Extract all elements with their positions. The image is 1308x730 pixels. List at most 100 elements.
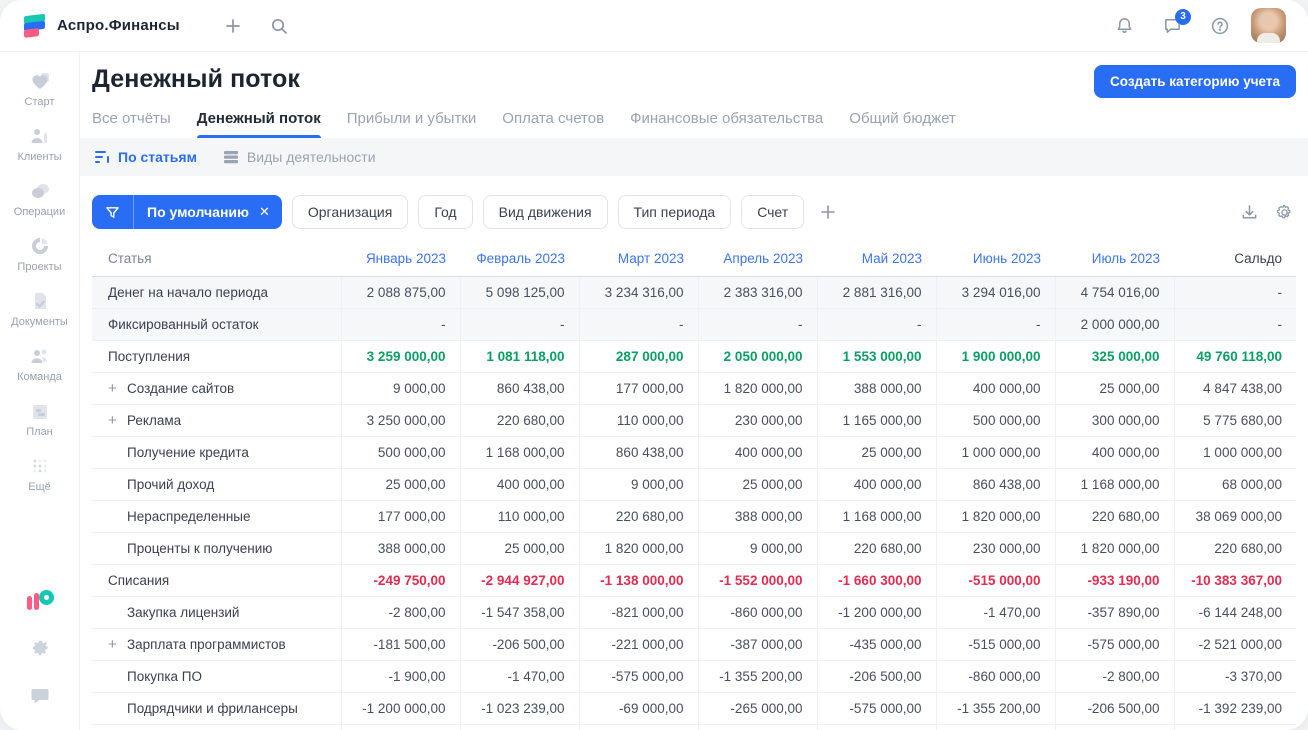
cell-value: -6 144 248,00 <box>1173 596 1296 629</box>
cell-value: -515 000,00 <box>935 628 1055 661</box>
chat-icon[interactable]: 3 <box>1155 8 1191 43</box>
filter-chip-3[interactable]: Тип периода <box>617 195 732 229</box>
settings-icon[interactable] <box>1275 203 1294 222</box>
column-header-month[interactable]: Июль 2023 <box>1055 243 1174 277</box>
expand-plus-icon[interactable]: + <box>108 636 127 653</box>
cell-value: 25 000,00 <box>816 436 936 469</box>
row-label[interactable]: +Зарплата программистов <box>92 724 341 730</box>
row-label[interactable]: Поступления <box>92 340 341 373</box>
row-label[interactable]: +Зарплата программистов <box>92 628 341 661</box>
cell-value: 9 000,00 <box>697 532 817 565</box>
column-header-month[interactable]: Июнь 2023 <box>936 243 1055 277</box>
cell-value: -206 500,00 <box>1054 692 1174 725</box>
sidebar-item-label: Команда <box>17 371 62 383</box>
filter-chip-1[interactable]: Год <box>418 195 473 229</box>
cell-value: 49 760 118,00 <box>1173 340 1296 373</box>
sidebar-item-label: План <box>26 426 53 438</box>
sidebar-item-projects[interactable]: Проекты <box>4 227 76 282</box>
cell-value: 110 000,00 <box>459 500 579 533</box>
cell-value: -221 000,00 <box>578 628 698 661</box>
column-header-month[interactable]: Февраль 2023 <box>460 243 579 277</box>
plus-icon[interactable] <box>216 9 250 43</box>
add-filter-icon[interactable] <box>814 202 842 222</box>
cell-value: -1 547 358,00 <box>459 724 579 730</box>
row-label[interactable]: + Реклама <box>92 404 341 437</box>
row-label[interactable]: Нераспределенные <box>92 500 341 533</box>
table-row: + Реклама 3 250 000,00 220 680,00 110 000,00… <box>92 404 1296 437</box>
row-label[interactable]: Подрядчики и фрилансеры <box>92 692 341 725</box>
column-header-saldo: Сальдо <box>1174 243 1296 277</box>
cell-value: 1 168 000,00 <box>1054 468 1174 501</box>
sidebar-item-more[interactable]: Ещё <box>4 447 76 502</box>
sidebar-item-documents[interactable]: Документы <box>4 282 76 337</box>
cell-value: -3 370,00 <box>1173 660 1296 693</box>
chat-bubble-icon[interactable] <box>29 685 51 712</box>
tab-report-4[interactable]: Финансовые обязательства <box>630 110 823 138</box>
sidebar-item-clients[interactable]: Клиенты <box>4 117 76 172</box>
documents-icon <box>29 290 51 312</box>
gear-icon[interactable] <box>29 636 51 663</box>
tab-report-3[interactable]: Оплата счетов <box>502 110 604 138</box>
active-filter-chip[interactable]: По умолчанию ✕ <box>92 195 282 229</box>
subtab-1[interactable]: Виды деятельности <box>223 149 376 165</box>
sidebar-item-team[interactable]: Команда <box>4 337 76 392</box>
help-icon[interactable] <box>1203 9 1237 43</box>
filter-chip-4[interactable]: Счет <box>741 195 805 229</box>
brand-mark-icon[interactable] <box>26 590 54 614</box>
table-row: Денег на начало периода 2 088 875,00 5 098… <box>92 276 1296 309</box>
cell-value: -821 000,00 <box>578 596 698 629</box>
cell-value: 388 000,00 <box>816 372 936 405</box>
cell-value: - <box>697 308 817 341</box>
row-label[interactable]: Денег на начало периода <box>92 276 341 309</box>
expand-plus-icon[interactable]: + <box>108 380 127 397</box>
cell-value: 5 098 125,00 <box>459 276 579 309</box>
sidebar-item-start[interactable]: Старт <box>4 62 76 117</box>
chat-badge: 3 <box>1175 8 1191 25</box>
row-label[interactable]: + Создание сайтов <box>92 372 341 405</box>
cell-value: - <box>1173 276 1296 309</box>
column-header-month[interactable]: Апрель 2023 <box>698 243 817 277</box>
cell-value: -821 000,00 <box>578 724 698 730</box>
column-header-month[interactable]: Март 2023 <box>579 243 698 277</box>
tab-report-5[interactable]: Общий бюджет <box>849 110 956 138</box>
download-icon[interactable] <box>1240 203 1259 222</box>
cell-value: 220 680,00 <box>459 404 579 437</box>
cell-value: -1 900,00 <box>340 660 460 693</box>
row-label[interactable]: Получение кредита <box>92 436 341 469</box>
row-label[interactable]: Закупка лицензий <box>92 596 341 629</box>
sidebar-item-operations[interactable]: Операции <box>4 172 76 227</box>
cell-value: 2 383 316,00 <box>697 276 817 309</box>
tab-report-0[interactable]: Все отчёты <box>92 110 171 138</box>
row-label[interactable]: Прочий доход <box>92 468 341 501</box>
filter-chip-2[interactable]: Вид движения <box>482 195 608 229</box>
cell-value: -69 000,00 <box>578 692 698 725</box>
tab-cashflow[interactable]: Денежный поток <box>196 110 321 138</box>
clients-icon <box>29 125 51 147</box>
column-header-month[interactable]: Май 2023 <box>817 243 936 277</box>
column-header-article: Статья <box>92 243 341 277</box>
cell-value: 1 000 000,00 <box>1173 436 1296 469</box>
cell-value: 4 754 016,00 <box>1054 276 1174 309</box>
cell-value: 3 250 000,00 <box>340 404 460 437</box>
bell-icon[interactable] <box>1107 9 1141 43</box>
more-dots-icon <box>29 455 51 477</box>
search-icon[interactable] <box>262 9 296 43</box>
subtab-0[interactable]: По статьям <box>94 149 197 165</box>
column-header-month[interactable]: Январь 2023 <box>341 243 460 277</box>
sidebar-item-plan[interactable]: План <box>4 392 76 447</box>
create-category-button[interactable]: Создать категорию учета <box>1094 65 1296 98</box>
row-label[interactable]: Списания <box>92 564 341 597</box>
row-label[interactable]: Проценты к получению <box>92 532 341 565</box>
app-logo-icon[interactable] <box>22 13 47 38</box>
expand-plus-icon[interactable]: + <box>108 412 127 429</box>
clear-filter-icon[interactable]: ✕ <box>257 204 282 220</box>
tab-report-2[interactable]: Прибыли и убытки <box>347 110 477 138</box>
cell-value: 25 000,00 <box>1054 372 1174 405</box>
filter-chip-0[interactable]: Организация <box>291 195 409 229</box>
cell-value: 3 294 016,00 <box>935 276 1055 309</box>
table-row: Покупка ПО -1 900,00 -1 470,00 -575 000,00-… <box>92 660 1296 693</box>
row-label[interactable]: Покупка ПО <box>92 660 341 693</box>
avatar[interactable] <box>1251 8 1286 43</box>
cell-value: 1 081 118,00 <box>459 340 579 373</box>
row-label[interactable]: Фиксированный остаток <box>92 308 341 341</box>
